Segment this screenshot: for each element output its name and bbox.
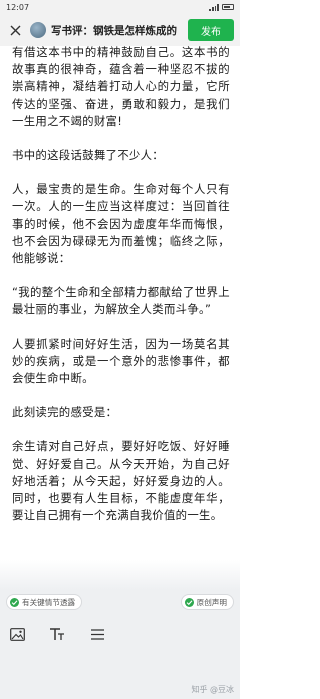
article-paragraph: 书中的这段话鼓舞了不少人：	[12, 148, 164, 163]
check-icon	[184, 597, 194, 607]
check-icon	[10, 597, 19, 607]
battery-icon	[222, 4, 234, 10]
image-icon[interactable]	[8, 625, 26, 643]
bottom-area: 知乎 @豆冰	[0, 654, 240, 699]
content-fade	[0, 560, 240, 590]
editor-toolbar	[0, 614, 240, 654]
article-paragraph: 有借这本书中的精神鼓励自己。这本书的故事真的很神奇，蕴含着一种坚忍不拔的崇高精神…	[12, 45, 230, 128]
signal-icon	[209, 3, 219, 11]
watermark: 知乎 @豆冰	[191, 685, 234, 694]
article-paragraph: 人，最宝贵的是生命。生命对每个人只有一次。人的一生应当这样度过：当回首往事的时候…	[12, 182, 230, 266]
status-bar: 12:07	[0, 0, 240, 14]
status-time: 12:07	[6, 2, 30, 12]
original-label: 原创声明	[196, 597, 227, 607]
header-bar: 写书评：钢铁是怎样炼成的 发布	[0, 14, 240, 46]
publish-button[interactable]: 发布	[188, 19, 234, 41]
status-icons	[209, 3, 234, 11]
spoiler-label: 有关键情节透露	[22, 597, 76, 607]
close-icon[interactable]	[6, 21, 24, 39]
article-paragraph: 此刻读完的感受是：	[12, 405, 118, 420]
page-title: 写书评：钢铁是怎样炼成的	[51, 24, 177, 37]
article-paragraph: 余生请对自己好点，要好好吃饭、好好睡觉、好好爱自己。从今天开始，为自己好好地活着…	[12, 439, 230, 523]
options-row: 有关键情节透露 原创声明	[0, 590, 240, 614]
text-format-icon[interactable]	[48, 625, 66, 643]
spoiler-toggle[interactable]: 有关键情节透露	[6, 594, 83, 610]
original-toggle[interactable]: 原创声明	[180, 594, 234, 610]
divider-icon[interactable]	[88, 625, 106, 643]
avatar	[30, 22, 46, 38]
article-paragraph: 人要抓紧时间好好生活，因为一场莫名其妙的疾病，或是一个意外的悲惨事件，都会使生命…	[12, 336, 230, 386]
article-body[interactable]: 有借这本书中的精神鼓励自己。这本书的故事真的很神奇，蕴含着一种坚忍不拔的崇高精神…	[12, 44, 230, 541]
article-paragraph: “我的整个生命和全部精力都献给了世界上最壮丽的事业，为解放全人类而斗争。”	[12, 285, 230, 317]
